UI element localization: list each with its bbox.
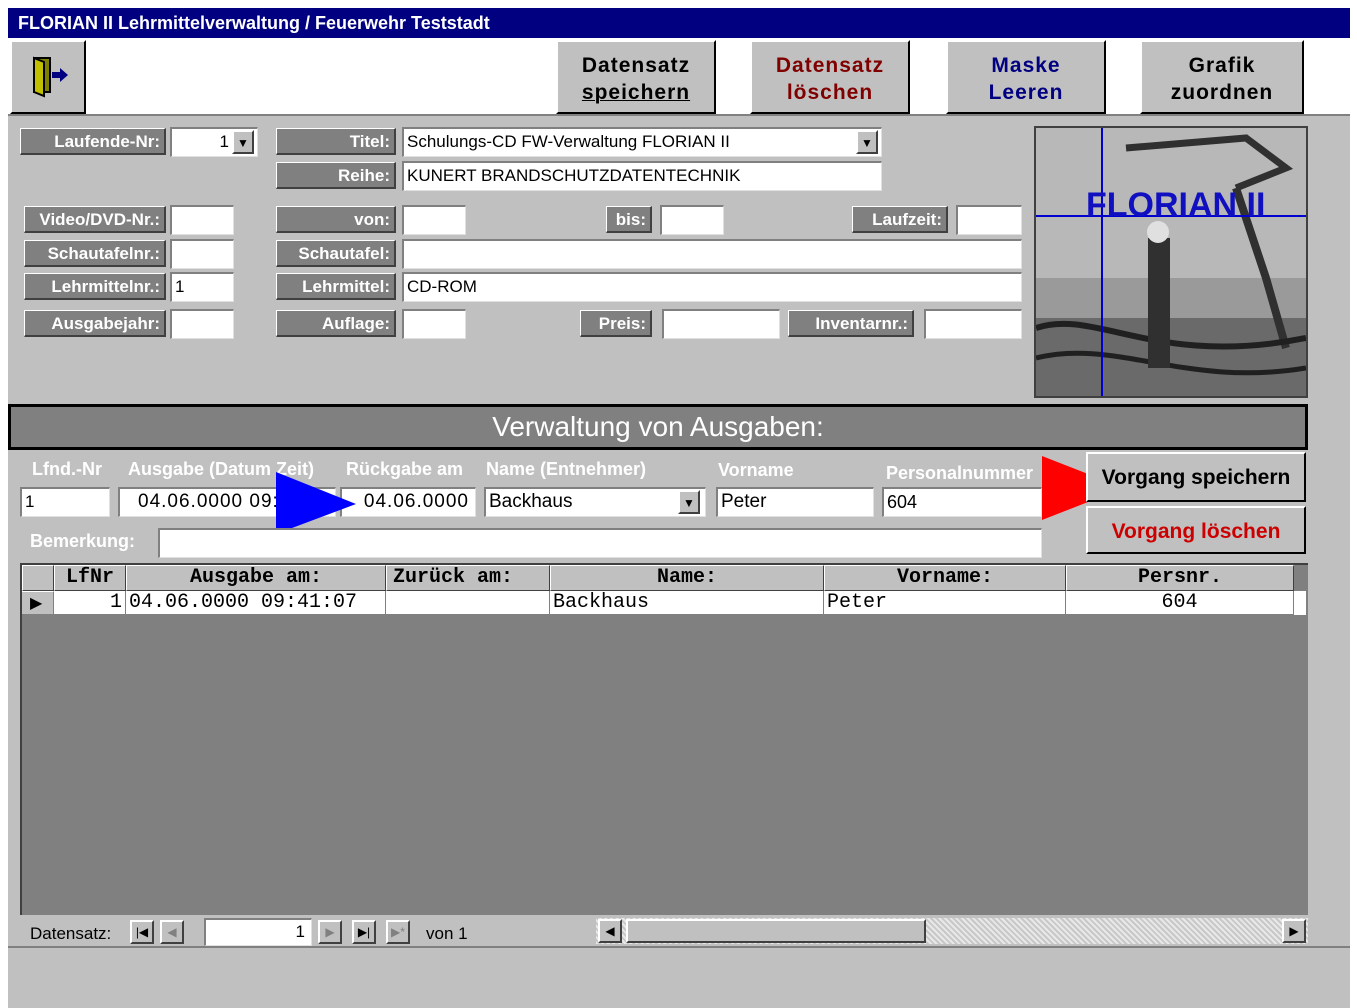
save-issue-button[interactable]: Vorgang speichern [1086, 452, 1306, 502]
window-title: FLORIAN II Lehrmittelverwaltung / Feuerw… [18, 13, 490, 33]
lehrmittelnr-label: Lehrmittelnr.: [24, 273, 166, 300]
lfnd-field[interactable]: 1 [20, 487, 110, 517]
ausgabejahr-field[interactable] [170, 309, 234, 339]
clear-form-label-1: Maske [991, 54, 1061, 77]
image-caption: FLORIAN II [1086, 186, 1265, 224]
clear-form-button[interactable]: Maske Leeren [946, 40, 1106, 114]
next-record-button[interactable]: ▶ [318, 920, 342, 944]
laufzeit-field[interactable] [956, 205, 1022, 235]
assign-graphic-label-2: zuordnen [1170, 81, 1274, 104]
delete-record-label-1: Datensatz [775, 54, 885, 77]
ausgabejahr-label: Ausgabejahr: [24, 310, 166, 337]
reihe-label: Reihe: [276, 162, 396, 189]
preis-field[interactable] [662, 309, 780, 339]
name-dropdown-button[interactable]: ▼ [678, 490, 700, 514]
scroll-right-button[interactable]: ▶ [1282, 919, 1306, 943]
title-bar: FLORIAN II Lehrmittelverwaltung / Feuerw… [8, 8, 1350, 38]
video-nr-field[interactable] [170, 205, 234, 235]
bis-label: bis: [606, 206, 652, 233]
titel-dropdown-button[interactable]: ▼ [856, 130, 878, 154]
vorname-header: Vorname [718, 460, 794, 480]
previous-record-button[interactable]: ◀ [160, 920, 184, 944]
exit-door-icon [33, 56, 68, 98]
inventarnr-label: Inventarnr.: [788, 310, 914, 337]
assign-graphic-label-1: Grafik [1188, 54, 1256, 77]
laufzeit-label: Laufzeit: [852, 206, 948, 233]
table-cell-vorname[interactable]: Peter [824, 591, 1066, 615]
table-row[interactable]: 1 [54, 591, 126, 615]
rueckgabe-field[interactable]: 04.06.0000 [340, 487, 476, 517]
auflage-field[interactable] [402, 309, 466, 339]
name-header: Name (Entnehmer) [486, 459, 647, 479]
firefighter-photo: FLORIAN II [1036, 128, 1306, 396]
grid-col-zurueck[interactable]: Zurück am: [386, 565, 550, 591]
blue-arrow-icon [276, 472, 356, 534]
grid-col-vorname[interactable]: Vorname: [824, 565, 1066, 591]
auflage-label: Auflage: [276, 310, 396, 337]
personalnummer-field[interactable]: 604 [882, 487, 1042, 517]
grid-col-lfnr[interactable]: LfNr [54, 565, 126, 591]
personalnummer-header: Personalnummer [886, 463, 1034, 483]
save-record-button[interactable]: Datensatz speichern [556, 40, 716, 114]
lehrmittel-field[interactable]: CD-ROM [402, 272, 1022, 302]
preis-label: Preis: [580, 310, 652, 337]
last-record-button[interactable]: ▶| [352, 920, 376, 944]
vorname-field[interactable]: Peter [716, 487, 874, 517]
clear-form-label-2: Leeren [988, 81, 1064, 104]
delete-issue-button[interactable]: Vorgang löschen [1086, 506, 1306, 554]
media-image: FLORIAN II [1034, 126, 1308, 398]
first-record-button[interactable]: |◀ [130, 920, 154, 944]
lehrmittel-label: Lehrmittel: [276, 273, 396, 300]
bemerkung-field[interactable] [158, 528, 1042, 558]
navigator-label: Datensatz: [30, 924, 112, 943]
lfnd-header: Lfnd.-Nr [32, 459, 102, 479]
bemerkung-label: Bemerkung: [30, 531, 136, 551]
grid-selector-header [22, 565, 54, 591]
table-cell-ausgabe[interactable]: 04.06.0000 09:41:07 [126, 591, 386, 615]
laufende-nr-label: Laufende-Nr: [20, 128, 166, 155]
table-cell-persnr[interactable]: 604 [1066, 591, 1294, 615]
scroll-left-button[interactable]: ◀ [598, 919, 622, 943]
grid-col-ausgabe[interactable]: Ausgabe am: [126, 565, 386, 591]
record-count: von 1 [426, 924, 468, 943]
video-nr-label: Video/DVD-Nr.: [24, 206, 166, 233]
save-record-label-1: Datensatz [581, 54, 691, 77]
rueckgabe-header: Rückgabe am [346, 459, 464, 479]
issues-section-title: Verwaltung von Ausgaben: [8, 404, 1308, 450]
bis-field[interactable] [660, 205, 724, 235]
exit-button[interactable] [10, 40, 86, 114]
name-field[interactable]: Backhaus [484, 487, 706, 517]
issues-datasheet [20, 563, 1308, 915]
current-record-field[interactable]: 1 [204, 918, 312, 946]
titel-field[interactable]: Schulungs-CD FW-Verwaltung FLORIAN II [402, 127, 882, 157]
grid-row-filler [1294, 591, 1306, 615]
row-selector[interactable]: ▶ [22, 591, 54, 615]
table-cell-name[interactable]: Backhaus [550, 591, 824, 615]
grid-col-persnr[interactable]: Persnr. [1066, 565, 1294, 591]
reihe-field[interactable]: KUNERT BRANDSCHUTZDATENTECHNIK [402, 161, 882, 191]
schautafel-label: Schautafel: [276, 240, 396, 267]
titel-label: Titel: [276, 128, 396, 155]
lehrmittelnr-field[interactable]: 1 [170, 272, 234, 302]
schautafelnr-field[interactable] [170, 239, 234, 269]
status-divider [8, 946, 1350, 948]
save-record-label-2: speichern [581, 81, 691, 104]
assign-graphic-button[interactable]: Grafik zuordnen [1140, 40, 1304, 114]
delete-record-button[interactable]: Datensatz löschen [750, 40, 910, 114]
schautafelnr-label: Schautafelnr.: [24, 240, 166, 267]
delete-record-label-2: löschen [786, 81, 874, 104]
von-label: von: [276, 206, 396, 233]
laufende-nr-dropdown-button[interactable]: ▼ [232, 130, 254, 154]
scrollbar-thumb[interactable] [626, 919, 926, 943]
inventarnr-field[interactable] [924, 309, 1022, 339]
new-record-button[interactable]: ▶* [386, 920, 410, 944]
table-cell-zurueck[interactable] [386, 591, 550, 615]
grid-col-name[interactable]: Name: [550, 565, 824, 591]
von-field[interactable] [402, 205, 466, 235]
schautafel-field[interactable] [402, 239, 1022, 269]
